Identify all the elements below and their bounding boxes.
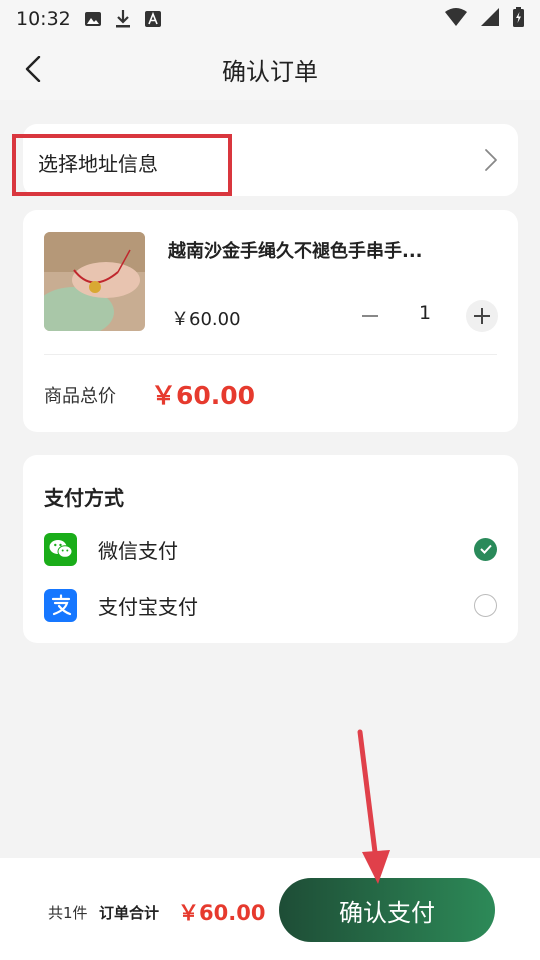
payment-method-card: 支付方式 微信支付 支付宝支付	[23, 455, 518, 643]
font-icon	[144, 11, 161, 27]
alipay-icon	[44, 588, 77, 622]
product-name[interactable]: 越南沙金手绳久不褪色手串手...	[168, 237, 468, 263]
payment-option-label: 支付宝支付	[98, 594, 198, 619]
gallery-icon	[84, 11, 101, 27]
signal-icon	[481, 8, 499, 30]
payment-option-wechat[interactable]: 微信支付	[44, 532, 497, 566]
wifi-icon	[445, 8, 467, 30]
chevron-right-icon	[484, 148, 498, 176]
order-total-value: ￥60.00	[178, 901, 266, 925]
product-total-label: 商品总价	[44, 386, 116, 407]
address-selector[interactable]: 选择地址信息	[12, 124, 518, 196]
payment-option-label: 微信支付	[98, 538, 178, 563]
quantity-increase-button[interactable]	[466, 300, 498, 332]
wechat-pay-icon	[44, 532, 77, 566]
checkout-bar: 共1件 订单合计 ￥60.00 确认支付	[0, 858, 540, 960]
nav-header: 确认订单	[0, 38, 540, 100]
minus-icon	[362, 315, 378, 317]
product-card: 越南沙金手绳久不褪色手串手... ￥60.00 1 商品总价 ￥60.00	[23, 210, 518, 432]
product-thumbnail[interactable]	[44, 232, 145, 331]
battery-icon	[513, 7, 524, 31]
confirm-pay-button[interactable]: 确认支付	[279, 878, 495, 942]
chevron-left-icon	[25, 56, 41, 82]
radio-selected[interactable]	[474, 537, 497, 561]
back-button[interactable]	[18, 54, 48, 84]
item-count: 共1件	[48, 904, 88, 922]
status-time: 10:32	[16, 8, 71, 30]
check-icon	[479, 544, 492, 554]
payment-option-alipay[interactable]: 支付宝支付	[44, 588, 497, 622]
radio-unselected[interactable]	[474, 593, 497, 617]
plus-icon	[474, 308, 490, 324]
divider	[44, 354, 497, 355]
product-price: ￥60.00	[171, 309, 241, 330]
product-total-value: ￥60.00	[151, 381, 256, 410]
order-total-label: 订单合计	[99, 904, 160, 922]
highlight-annotation-box	[12, 134, 232, 196]
quantity-value: 1	[419, 302, 432, 324]
status-bar: 10:32	[0, 0, 540, 38]
page-title: 确认订单	[222, 57, 318, 86]
quantity-decrease-button[interactable]	[359, 302, 381, 330]
download-icon	[115, 10, 131, 28]
payment-title: 支付方式	[44, 486, 124, 510]
